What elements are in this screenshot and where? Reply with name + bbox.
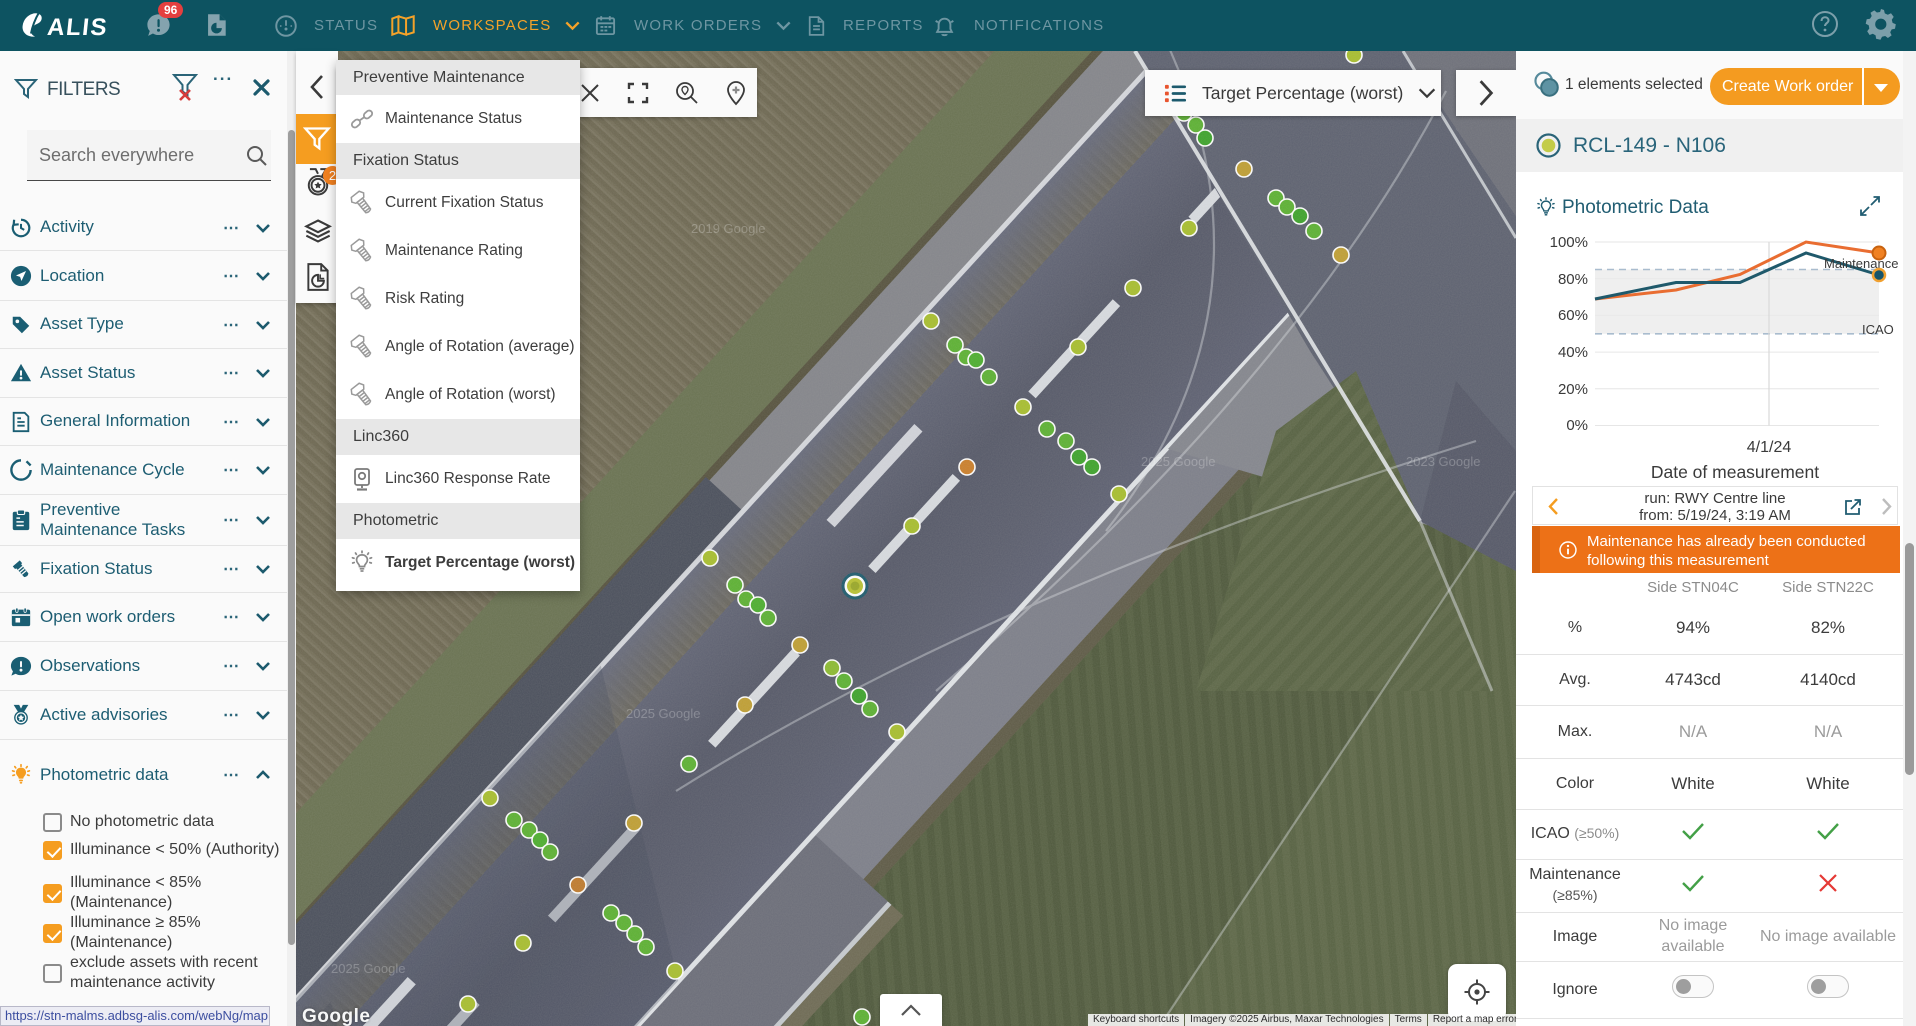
svg-text:100%: 100%: [1550, 234, 1588, 251]
svg-text:Maintenance: Maintenance: [1824, 256, 1898, 271]
svg-text:Google: Google: [302, 1006, 370, 1026]
svg-text:40%: 40%: [1558, 344, 1588, 361]
svg-text:0%: 0%: [1566, 417, 1588, 434]
svg-text:20%: 20%: [1558, 381, 1588, 398]
svg-text:ALIS: ALIS: [46, 14, 109, 40]
svg-text:Date of measurement: Date of measurement: [1651, 462, 1819, 480]
svg-text:80%: 80%: [1558, 271, 1588, 288]
svg-text:4/1/24: 4/1/24: [1747, 439, 1792, 456]
svg-text:60%: 60%: [1558, 307, 1588, 324]
svg-text:ICAO: ICAO: [1862, 322, 1894, 337]
